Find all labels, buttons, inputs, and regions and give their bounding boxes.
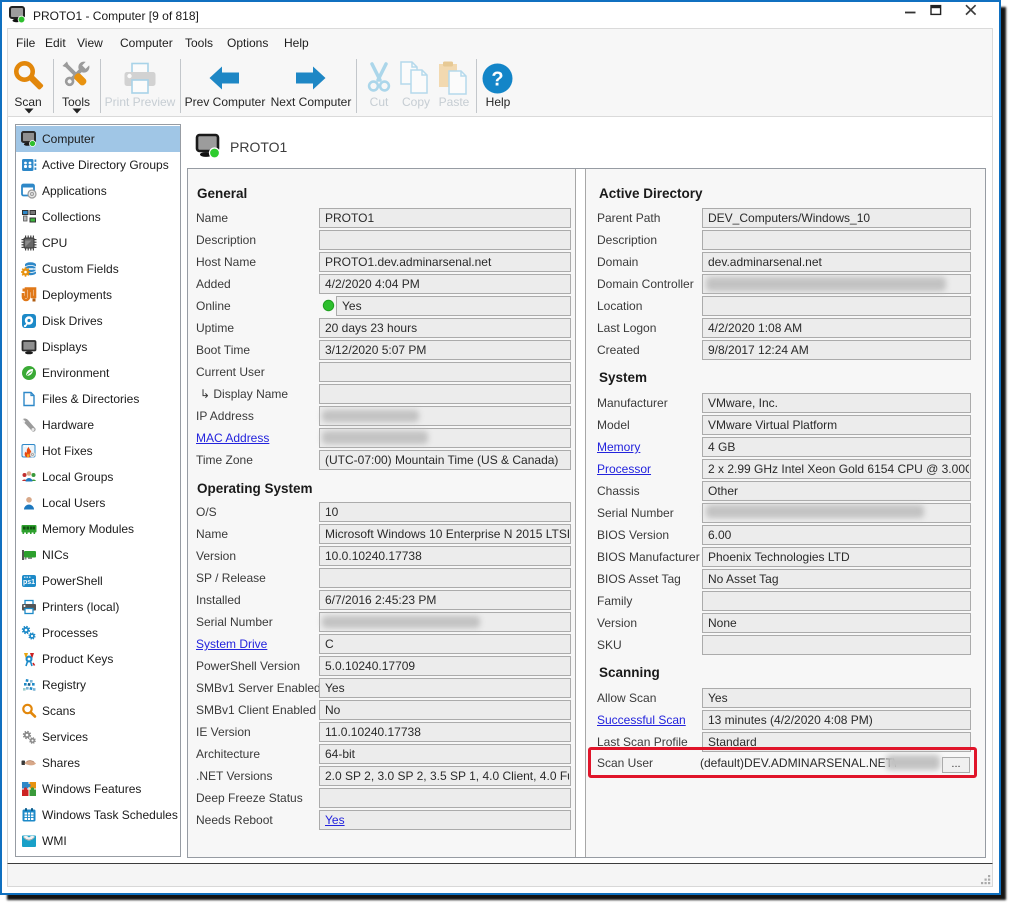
svg-text:?: ? bbox=[491, 69, 503, 91]
svg-text:ps1: ps1 bbox=[23, 579, 35, 586]
